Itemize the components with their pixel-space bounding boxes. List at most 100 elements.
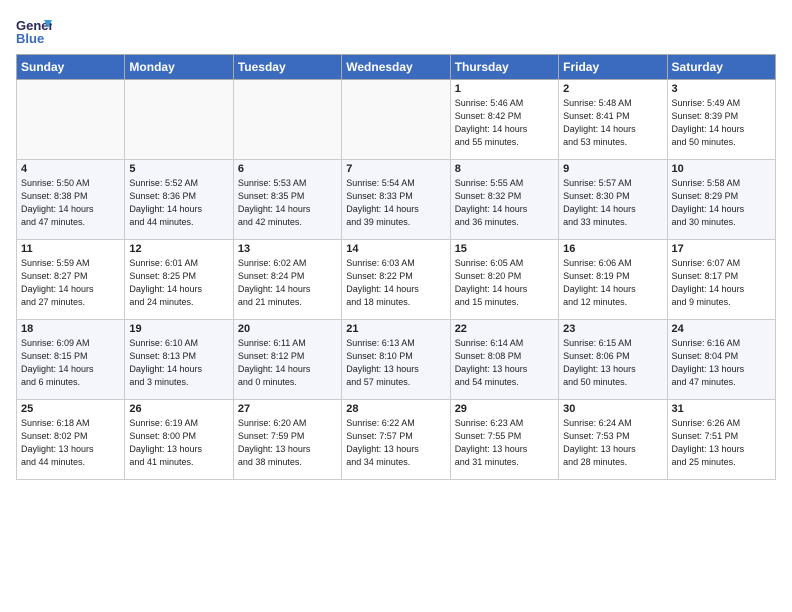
- day-cell: 25 Sunrise: 6:18 AM Sunset: 8:02 PM Dayli…: [17, 400, 125, 480]
- day-cell: 29 Sunrise: 6:23 AM Sunset: 7:55 PM Dayli…: [450, 400, 558, 480]
- day-number: 1: [455, 83, 554, 95]
- day-cell: 20Sunrise: 6:11 AM Sunset: 8:12 PM Dayli…: [233, 320, 341, 400]
- weekday-header-wednesday: Wednesday: [342, 55, 450, 80]
- day-number: 9: [563, 163, 662, 175]
- week-row-1: 1 Sunrise: 5:46 AM Sunset: 8:42 PM Daylig…: [17, 80, 776, 160]
- day-number: 23: [563, 323, 662, 335]
- day-cell: 15 Sunrise: 6:05 AM Sunset: 8:20 PM Dayli…: [450, 240, 558, 320]
- weekday-header-sunday: Sunday: [17, 55, 125, 80]
- day-number: 12: [129, 243, 228, 255]
- week-row-3: 11 Sunrise: 5:59 AM Sunset: 8:27 PM Dayli…: [17, 240, 776, 320]
- day-number: 22: [455, 323, 554, 335]
- day-info: Sunrise: 6:01 AM Sunset: 8:25 PM Dayligh…: [129, 257, 228, 309]
- day-cell: 26Sunrise: 6:19 AM Sunset: 8:00 PM Dayli…: [125, 400, 233, 480]
- day-number: 10: [672, 163, 771, 175]
- day-info: Sunrise: 5:57 AM Sunset: 8:30 PM Dayligh…: [563, 177, 662, 229]
- day-number: 31: [672, 403, 771, 415]
- day-info: Sunrise: 6:20 AM Sunset: 7:59 PM Dayligh…: [238, 417, 337, 469]
- week-row-5: 25 Sunrise: 6:18 AM Sunset: 8:02 PM Dayli…: [17, 400, 776, 480]
- weekday-header-saturday: Saturday: [667, 55, 775, 80]
- day-cell: 23Sunrise: 6:15 AM Sunset: 8:06 PM Dayli…: [559, 320, 667, 400]
- day-cell: 31 Sunrise: 6:26 AM Sunset: 7:51 PM Dayli…: [667, 400, 775, 480]
- day-number: 8: [455, 163, 554, 175]
- day-cell: 16 Sunrise: 6:06 AM Sunset: 8:19 PM Dayli…: [559, 240, 667, 320]
- day-info: Sunrise: 6:13 AM Sunset: 8:10 PM Dayligh…: [346, 337, 445, 389]
- day-info: Sunrise: 6:07 AM Sunset: 8:17 PM Dayligh…: [672, 257, 771, 309]
- day-number: 2: [563, 83, 662, 95]
- day-info: Sunrise: 6:11 AM Sunset: 8:12 PM Dayligh…: [238, 337, 337, 389]
- day-number: 17: [672, 243, 771, 255]
- day-info: Sunrise: 5:59 AM Sunset: 8:27 PM Dayligh…: [21, 257, 120, 309]
- day-cell: 8 Sunrise: 5:55 AM Sunset: 8:32 PM Daylig…: [450, 160, 558, 240]
- day-number: 16: [563, 243, 662, 255]
- day-cell: 6 Sunrise: 5:53 AM Sunset: 8:35 PM Daylig…: [233, 160, 341, 240]
- weekday-header-friday: Friday: [559, 55, 667, 80]
- day-cell: [17, 80, 125, 160]
- day-info: Sunrise: 5:54 AM Sunset: 8:33 PM Dayligh…: [346, 177, 445, 229]
- day-info: Sunrise: 5:46 AM Sunset: 8:42 PM Dayligh…: [455, 97, 554, 149]
- day-cell: 13Sunrise: 6:02 AM Sunset: 8:24 PM Dayli…: [233, 240, 341, 320]
- week-row-4: 18Sunrise: 6:09 AM Sunset: 8:15 PM Dayli…: [17, 320, 776, 400]
- day-cell: 4Sunrise: 5:50 AM Sunset: 8:38 PM Daylig…: [17, 160, 125, 240]
- day-number: 3: [672, 83, 771, 95]
- day-cell: [125, 80, 233, 160]
- day-info: Sunrise: 6:18 AM Sunset: 8:02 PM Dayligh…: [21, 417, 120, 469]
- day-cell: 22Sunrise: 6:14 AM Sunset: 8:08 PM Dayli…: [450, 320, 558, 400]
- day-number: 11: [21, 243, 120, 255]
- day-number: 30: [563, 403, 662, 415]
- day-info: Sunrise: 5:48 AM Sunset: 8:41 PM Dayligh…: [563, 97, 662, 149]
- logo-icon: General Blue: [16, 16, 52, 46]
- day-cell: 2 Sunrise: 5:48 AM Sunset: 8:41 PM Daylig…: [559, 80, 667, 160]
- day-cell: 10Sunrise: 5:58 AM Sunset: 8:29 PM Dayli…: [667, 160, 775, 240]
- day-number: 4: [21, 163, 120, 175]
- day-info: Sunrise: 5:55 AM Sunset: 8:32 PM Dayligh…: [455, 177, 554, 229]
- logo: General Blue: [16, 16, 52, 46]
- day-cell: 3 Sunrise: 5:49 AM Sunset: 8:39 PM Daylig…: [667, 80, 775, 160]
- day-cell: 28Sunrise: 6:22 AM Sunset: 7:57 PM Dayli…: [342, 400, 450, 480]
- day-cell: 7 Sunrise: 5:54 AM Sunset: 8:33 PM Daylig…: [342, 160, 450, 240]
- day-cell: 30 Sunrise: 6:24 AM Sunset: 7:53 PM Dayli…: [559, 400, 667, 480]
- day-info: Sunrise: 6:05 AM Sunset: 8:20 PM Dayligh…: [455, 257, 554, 309]
- day-info: Sunrise: 6:24 AM Sunset: 7:53 PM Dayligh…: [563, 417, 662, 469]
- day-cell: [233, 80, 341, 160]
- day-cell: 27 Sunrise: 6:20 AM Sunset: 7:59 PM Dayli…: [233, 400, 341, 480]
- day-cell: 14Sunrise: 6:03 AM Sunset: 8:22 PM Dayli…: [342, 240, 450, 320]
- day-info: Sunrise: 6:26 AM Sunset: 7:51 PM Dayligh…: [672, 417, 771, 469]
- weekday-header-row: SundayMondayTuesdayWednesdayThursdayFrid…: [17, 55, 776, 80]
- day-number: 29: [455, 403, 554, 415]
- day-info: Sunrise: 5:53 AM Sunset: 8:35 PM Dayligh…: [238, 177, 337, 229]
- day-number: 24: [672, 323, 771, 335]
- day-number: 19: [129, 323, 228, 335]
- day-cell: 12 Sunrise: 6:01 AM Sunset: 8:25 PM Dayli…: [125, 240, 233, 320]
- day-cell: [342, 80, 450, 160]
- day-number: 28: [346, 403, 445, 415]
- day-number: 26: [129, 403, 228, 415]
- day-info: Sunrise: 6:23 AM Sunset: 7:55 PM Dayligh…: [455, 417, 554, 469]
- calendar-table: SundayMondayTuesdayWednesdayThursdayFrid…: [16, 54, 776, 480]
- svg-text:Blue: Blue: [16, 31, 44, 46]
- day-cell: 18Sunrise: 6:09 AM Sunset: 8:15 PM Dayli…: [17, 320, 125, 400]
- day-number: 6: [238, 163, 337, 175]
- day-cell: 19Sunrise: 6:10 AM Sunset: 8:13 PM Dayli…: [125, 320, 233, 400]
- day-number: 15: [455, 243, 554, 255]
- day-number: 7: [346, 163, 445, 175]
- day-cell: 1 Sunrise: 5:46 AM Sunset: 8:42 PM Daylig…: [450, 80, 558, 160]
- day-cell: 9 Sunrise: 5:57 AM Sunset: 8:30 PM Daylig…: [559, 160, 667, 240]
- day-info: Sunrise: 5:49 AM Sunset: 8:39 PM Dayligh…: [672, 97, 771, 149]
- day-cell: 5Sunrise: 5:52 AM Sunset: 8:36 PM Daylig…: [125, 160, 233, 240]
- week-row-2: 4Sunrise: 5:50 AM Sunset: 8:38 PM Daylig…: [17, 160, 776, 240]
- day-cell: 17 Sunrise: 6:07 AM Sunset: 8:17 PM Dayli…: [667, 240, 775, 320]
- day-number: 14: [346, 243, 445, 255]
- day-info: Sunrise: 6:02 AM Sunset: 8:24 PM Dayligh…: [238, 257, 337, 309]
- day-number: 21: [346, 323, 445, 335]
- day-info: Sunrise: 6:16 AM Sunset: 8:04 PM Dayligh…: [672, 337, 771, 389]
- day-number: 27: [238, 403, 337, 415]
- day-info: Sunrise: 6:09 AM Sunset: 8:15 PM Dayligh…: [21, 337, 120, 389]
- day-cell: 21 Sunrise: 6:13 AM Sunset: 8:10 PM Dayli…: [342, 320, 450, 400]
- day-info: Sunrise: 6:06 AM Sunset: 8:19 PM Dayligh…: [563, 257, 662, 309]
- day-number: 25: [21, 403, 120, 415]
- weekday-header-thursday: Thursday: [450, 55, 558, 80]
- day-cell: 24 Sunrise: 6:16 AM Sunset: 8:04 PM Dayli…: [667, 320, 775, 400]
- day-info: Sunrise: 5:52 AM Sunset: 8:36 PM Dayligh…: [129, 177, 228, 229]
- header: General Blue: [16, 16, 776, 46]
